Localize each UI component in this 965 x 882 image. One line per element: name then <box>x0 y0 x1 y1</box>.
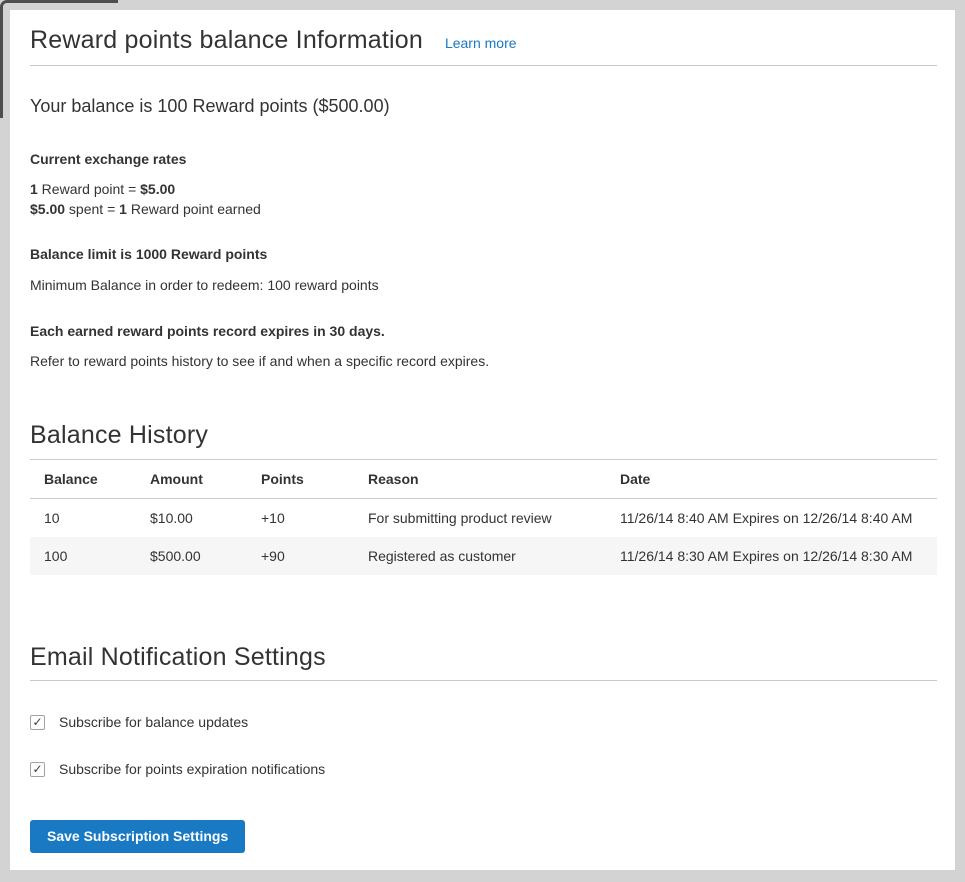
minimum-balance-note: Minimum Balance in order to redeem: 100 … <box>30 275 937 295</box>
cell-reason: Registered as customer <box>354 537 606 575</box>
cell-balance: 100 <box>30 537 136 575</box>
cell-balance: 10 <box>30 499 136 538</box>
earn-rate-text: spent = <box>65 201 119 217</box>
cell-reason: For submitting product review <box>354 499 606 538</box>
check-icon: ✓ <box>32 763 42 775</box>
points-expiration-label[interactable]: Subscribe for points expiration notifica… <box>59 761 325 777</box>
exchange-rate-line-1: 1 Reward point = $5.00 <box>30 179 937 199</box>
column-header-reason: Reason <box>354 460 606 499</box>
balance-summary: Your balance is 100 Reward points ($500.… <box>30 94 937 118</box>
earn-rate-tail: Reward point earned <box>127 201 261 217</box>
column-header-date: Date <box>606 460 937 499</box>
cell-amount: $500.00 <box>136 537 247 575</box>
balance-updates-label[interactable]: Subscribe for balance updates <box>59 714 248 730</box>
balance-limit-heading: Balance limit is 1000 Reward points <box>30 245 937 264</box>
balance-history-table: Balance Amount Points Reason Date 10 $10… <box>30 459 937 575</box>
cell-points: +10 <box>247 499 354 538</box>
points-expiration-checkbox[interactable]: ✓ <box>30 762 45 777</box>
reward-points-page: Reward points balance Information Learn … <box>10 10 955 870</box>
exchange-rate-points: 1 <box>30 181 38 197</box>
table-row: 100 $500.00 +90 Registered as customer 1… <box>30 537 937 575</box>
exchange-rate-line-2: $5.00 spent = 1 Reward point earned <box>30 199 937 219</box>
exchange-rate-text: Reward point = <box>38 181 140 197</box>
column-header-balance: Balance <box>30 460 136 499</box>
email-notification-settings-title: Email Notification Settings <box>30 641 937 673</box>
exchange-rate-value: $5.00 <box>140 181 175 197</box>
expiration-note: Refer to reward points history to see if… <box>30 351 937 371</box>
check-icon: ✓ <box>32 716 42 728</box>
save-subscription-settings-button[interactable]: Save Subscription Settings <box>30 820 245 853</box>
earn-rate-value: $5.00 <box>30 201 65 217</box>
table-header-row: Balance Amount Points Reason Date <box>30 460 937 499</box>
balance-updates-checkbox[interactable]: ✓ <box>30 715 45 730</box>
cell-amount: $10.00 <box>136 499 247 538</box>
column-header-amount: Amount <box>136 460 247 499</box>
page-title: Reward points balance Information <box>30 24 423 56</box>
balance-history-title: Balance History <box>30 419 937 451</box>
balance-updates-option[interactable]: ✓ Subscribe for balance updates <box>30 714 937 730</box>
table-row: 10 $10.00 +10 For submitting product rev… <box>30 499 937 538</box>
cell-points: +90 <box>247 537 354 575</box>
column-header-points: Points <box>247 460 354 499</box>
points-expiration-option[interactable]: ✓ Subscribe for points expiration notifi… <box>30 761 937 777</box>
expiration-heading: Each earned reward points record expires… <box>30 322 937 341</box>
page-header: Reward points balance Information Learn … <box>30 24 937 56</box>
notification-divider <box>30 680 937 681</box>
earn-rate-points: 1 <box>119 201 127 217</box>
exchange-rates-heading: Current exchange rates <box>30 150 937 169</box>
learn-more-link[interactable]: Learn more <box>445 35 517 51</box>
cell-date: 11/26/14 8:30 AM Expires on 12/26/14 8:3… <box>606 537 937 575</box>
cell-date: 11/26/14 8:40 AM Expires on 12/26/14 8:4… <box>606 499 937 538</box>
header-divider <box>30 65 937 66</box>
exchange-rates-lines: 1 Reward point = $5.00 $5.00 spent = 1 R… <box>30 179 937 219</box>
